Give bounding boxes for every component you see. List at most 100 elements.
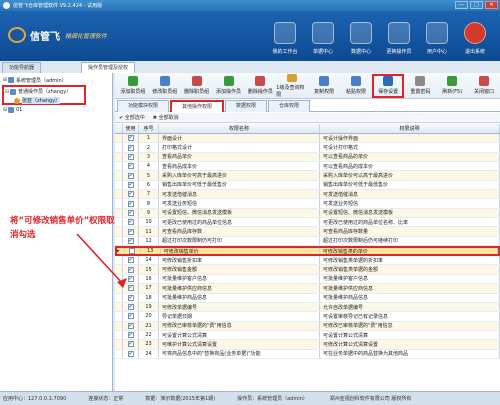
row-name: 导记单据日期 (159, 312, 320, 321)
toolbar-button-label: 删除职员组 (184, 89, 210, 95)
table-row[interactable]: ✔ 23 可维护计算公式清算设置 可修改计算公式清算设置 (115, 340, 500, 350)
table-row[interactable]: ✔ 4 查看商品成本价 可以查看商品的成本价 (115, 162, 500, 172)
header-name[interactable]: 权限名称 (159, 124, 320, 133)
row-name: 可修改已审核单据的"费"用信息 (159, 321, 320, 330)
row-no: 23 (139, 340, 159, 349)
table-row[interactable]: ✔ 22 可设置计算公式清算 可设置计算公式清算 (115, 330, 500, 341)
toolbar-button-8[interactable]: 保存设置 (371, 73, 405, 98)
header-use[interactable]: 使用 (123, 124, 139, 133)
subtab-2[interactable]: 数据权限 (225, 100, 268, 112)
toolbar-button-7[interactable]: 粘贴权限 (340, 74, 372, 98)
toolbar-button-label: 添加职员组 (120, 89, 146, 95)
row-indicator (115, 349, 123, 358)
use-checkbox[interactable]: ✔ (127, 191, 134, 198)
subtab-1[interactable]: 其他操作权限 (170, 100, 225, 112)
table-row[interactable]: ✔ 20 导记单据日期 可设置审核导记已有记录信息 (115, 312, 500, 322)
use-checkbox[interactable]: ✔ (127, 172, 134, 179)
table-row[interactable]: ✔ 12 超过打印次数限制仍可打印 超过打印次数限制后仍可继续打印 (115, 236, 500, 247)
nav-workbench[interactable]: 我的工作台 (266, 13, 304, 59)
select-all-button[interactable]: ✔ 全部选中 (119, 114, 145, 121)
table-row[interactable]: ✔ 19 可修改单据编号 允许自改单据编号 (115, 302, 500, 313)
table-row[interactable]: ✔ 16 可批量维护客户信息 可批量维护客户信息 (115, 274, 500, 285)
use-checkbox[interactable]: ✔ (127, 144, 134, 151)
table-row[interactable]: ✔ 5 采购入库单价可高于最高进价 采购入库单价可以高于最高进价 (115, 171, 500, 181)
row-desc: 可以查看商品的单价 (320, 152, 500, 162)
group-icon (8, 77, 14, 83)
toolbar-button-6[interactable]: 复制权限 (308, 74, 340, 98)
toolbar-button-3[interactable]: 添加操作员 (213, 74, 245, 98)
use-checkbox[interactable]: ✔ (127, 200, 134, 207)
nav-exit[interactable]: 退出系统 (456, 13, 494, 59)
toolbar-button-4[interactable]: 删除操作员 (244, 74, 276, 98)
row-desc: 可修改计算公式清算设置 (320, 340, 500, 349)
toolbar-button-0[interactable]: 添加职员组 (117, 74, 149, 98)
use-checkbox[interactable]: ✔ (127, 350, 134, 357)
table-row[interactable]: ✔ 2 打印格式设计 可设计打印格式 (115, 143, 500, 153)
use-checkbox[interactable]: ✔ (127, 135, 134, 142)
table-row[interactable]: ✔ 8 可发送业务短信 可发送业务短信 (115, 199, 500, 209)
nav-documents[interactable]: 单据中心 (304, 13, 342, 59)
header-no[interactable]: 序号 (139, 124, 159, 133)
use-checkbox[interactable]: ✔ (127, 209, 134, 216)
maximize-button[interactable]: □ (470, 1, 483, 9)
use-checkbox[interactable]: ✔ (127, 332, 134, 339)
table-row[interactable]: ✔ 10 可更改已使用过的商品单位信息 可更改已使用过的商品单位名称、比率 (115, 218, 500, 228)
nav-user-center[interactable]: 用户中心 (418, 13, 456, 59)
subtab-3[interactable]: 仓库权限 (268, 100, 311, 112)
table-row[interactable]: ✔ 14 可修改销售折扣率 可修改销售类单据的折扣率 (115, 256, 500, 266)
row-name: 可批量维护客户信息 (159, 274, 320, 284)
use-checkbox[interactable]: ✔ (127, 304, 134, 311)
row-use-cell: ✔ (123, 312, 139, 321)
row-no: 7 (139, 190, 159, 199)
table-row[interactable]: ✔ 17 可批量维护供应商信息 可批量维护供应商信息 (115, 284, 500, 294)
app-icon (3, 2, 10, 9)
use-checkbox[interactable]: ✔ (127, 219, 134, 226)
nav-label: 我的工作台 (272, 49, 298, 55)
table-row[interactable]: ✔ 1 界面设计 可设计操作界面 (115, 134, 500, 144)
deselect-all-button[interactable]: ✖ 全部取消 (153, 114, 179, 121)
toolbar-button-1[interactable]: 修改职员组 (149, 74, 181, 98)
use-checkbox[interactable]: ✔ (127, 313, 134, 320)
nav-label: 用户中心 (426, 49, 447, 55)
tree-node-01[interactable]: ⊞ 01 (2, 105, 112, 115)
row-no: 15 (139, 265, 159, 274)
toolbar-button-5[interactable]: 1级及查询权限 (276, 73, 308, 98)
nav-data[interactable]: 数据中心 (342, 13, 380, 59)
toolbar-button-11[interactable]: 关闭窗口 (468, 74, 500, 98)
row-desc: 可发送借催消息 (320, 190, 500, 199)
table-row[interactable]: ✔ 7 可发送借催消息 可发送借催消息 (115, 190, 500, 200)
tree-node-admin[interactable]: ⊞ 系统管理员（admin） (2, 75, 112, 85)
nav-switch-user[interactable]: 更换操作员 (380, 13, 418, 59)
table-row[interactable]: ✔ 6 销售出库单价可低于最低售价 销售出库单价可低于最低售价 (115, 180, 500, 191)
status-item-0: 应用中心：127.0.0.1:7090 (3, 396, 67, 402)
table-row[interactable]: ✔ 21 可修改已审核单据的"费"用信息 可修改已审核单据的"费"用信息 (115, 321, 500, 331)
table-row[interactable]: ✔ 11 可查看商品库存数 可查看商品库存数量 (115, 227, 500, 237)
close-button[interactable]: ✕ (485, 1, 498, 9)
use-checkbox[interactable]: ✔ (127, 341, 134, 348)
use-checkbox[interactable]: ✔ (127, 163, 134, 170)
tab-operator-management[interactable]: 操作员管理及授权 (81, 62, 136, 73)
minimize-button[interactable]: — (455, 1, 468, 9)
table-row[interactable]: ✔ 18 可批量维护商品信息 可批量维护商品信息 (115, 293, 500, 303)
use-checkbox[interactable]: ✔ (127, 322, 134, 329)
tree-node-normal-operator[interactable]: ⊟ 普通操作员（zhangy） 张亚（zhangy） (2, 85, 86, 105)
table-row[interactable]: ✔ 15 可修改销售金额 可修改销售类单据的金额 (115, 265, 500, 275)
toolbar-button-9[interactable]: 重置密码 (404, 74, 436, 98)
tree-node-zhangy[interactable]: 张亚（zhangy） (4, 96, 84, 105)
use-checkbox[interactable]: ✔ (127, 294, 134, 301)
tab-function-navigator[interactable]: 功能导航器 (2, 62, 42, 73)
toolbar-button-2[interactable]: 删除职员组 (181, 74, 213, 98)
table-row[interactable]: ▸ 13 可修改销售单价 可修改销售类的单价 (115, 246, 500, 257)
row-use-cell: ✔ (123, 143, 139, 152)
subtab-0[interactable]: 功能模块权限 (117, 100, 170, 112)
use-checkbox[interactable]: ✔ (127, 181, 134, 188)
logo-mark-icon (8, 27, 26, 43)
header-desc[interactable]: 权限说明 (320, 124, 500, 133)
toolbar-button-10[interactable]: 刷新(F5) (436, 74, 468, 98)
table-row[interactable]: ✔ 9 可设置短信、微信消息发送模板 可设置短信、微信消息发送模板 (115, 208, 500, 219)
table-row[interactable]: ✔ 3 查看商品单价 可以查看商品的单价 (115, 152, 500, 163)
user-icon (14, 97, 20, 104)
use-checkbox[interactable]: ✔ (127, 153, 134, 160)
toolbar-icon (255, 76, 266, 86)
table-row[interactable]: ✔ 24 可将商品信息中的"替换商品(业务单据)"功能 可在业务单据中的商品替换为其他… (115, 349, 500, 359)
